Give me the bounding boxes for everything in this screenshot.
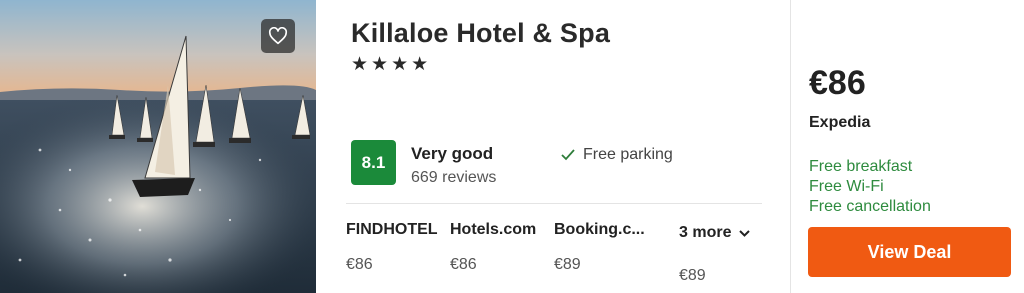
divider [346, 203, 762, 204]
hotel-name[interactable]: Killaloe Hotel & Spa [351, 18, 610, 49]
provider-option[interactable]: Hotels.com €86 [450, 221, 536, 274]
check-icon [561, 149, 575, 161]
favorite-button[interactable] [261, 19, 295, 53]
deal-panel: €86 Expedia Free breakfast Free Wi-Fi Fr… [791, 0, 1024, 293]
provider-name: FINDHOTEL [346, 221, 438, 238]
deal-provider: Expedia [809, 114, 871, 131]
chevron-down-icon [739, 229, 751, 237]
provider-price: €86 [346, 256, 373, 273]
provider-option[interactable]: Booking.c... €89 [554, 221, 645, 274]
star-rating: ★★★★ [351, 54, 432, 75]
provider-price: €86 [450, 256, 477, 273]
rating-label: Very good [411, 144, 494, 163]
hotel-info: Killaloe Hotel & Spa ★★★★ 8.1 Very good … [316, 0, 790, 293]
provider-price: €89 [554, 256, 581, 273]
more-price: €89 [679, 267, 706, 284]
more-providers-button[interactable]: 3 more [679, 224, 751, 242]
more-label: 3 more [679, 224, 732, 241]
hotel-result-card: Killaloe Hotel & Spa ★★★★ 8.1 Very good … [0, 0, 1024, 293]
view-deal-button[interactable]: View Deal [808, 227, 1011, 277]
perk-item: Free cancellation [809, 198, 931, 215]
amenity-free-parking: Free parking [561, 146, 673, 164]
perk-item: Free breakfast [809, 158, 913, 175]
rating-score-badge: 8.1 [351, 140, 396, 185]
review-count[interactable]: 669 reviews [411, 169, 496, 187]
provider-name: Hotels.com [450, 221, 537, 238]
deal-price: €86 [809, 64, 866, 102]
heart-icon [268, 27, 288, 45]
provider-name: Booking.c... [554, 221, 645, 238]
provider-option[interactable]: FINDHOTEL €86 [346, 221, 438, 274]
perks-list: Free breakfast Free Wi-Fi Free cancellat… [809, 157, 931, 217]
hotel-photo[interactable] [0, 0, 316, 293]
amenity-label: Free parking [583, 146, 673, 163]
perk-item: Free Wi-Fi [809, 178, 884, 195]
